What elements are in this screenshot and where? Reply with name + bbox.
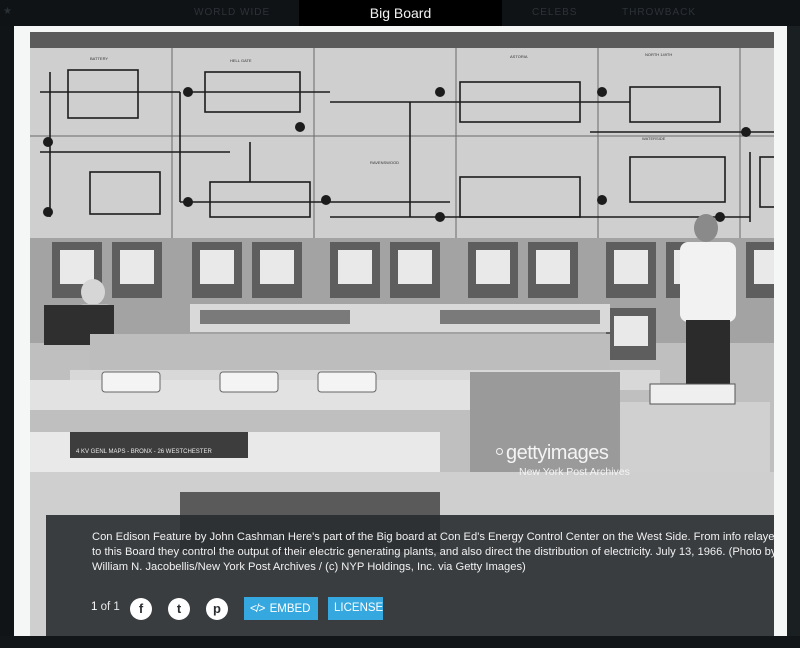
board-label-3: NORTH 149TH bbox=[645, 52, 672, 57]
gallery-title-tab: Big Board bbox=[299, 0, 502, 26]
image-counter: 1 of 1 bbox=[91, 601, 120, 613]
standing-operator-head bbox=[694, 214, 718, 242]
ceiling-edge bbox=[30, 32, 774, 48]
license-button[interactable]: LICENSE bbox=[328, 597, 383, 620]
board-label-6: WATERSIDE bbox=[642, 136, 666, 141]
watermark-credit: New York Post Archives bbox=[519, 466, 630, 478]
board-label-1: BATTERY bbox=[90, 56, 108, 61]
desk-label-plate: 4 KV GENL MAPS - BRONX - 26 WESTCHESTER bbox=[76, 449, 212, 455]
board-label-2: ASTORIA bbox=[510, 54, 528, 59]
background-bottom-edge bbox=[0, 636, 800, 648]
background-star-icon: ★ bbox=[3, 6, 12, 17]
background-tab-celebs[interactable]: CELEBS bbox=[532, 0, 577, 26]
facebook-share-button[interactable]: f bbox=[130, 598, 152, 620]
embed-button[interactable]: </> EMBED bbox=[244, 597, 318, 620]
counter-current: 1 bbox=[91, 601, 98, 613]
pinterest-share-button[interactable]: p bbox=[206, 598, 228, 620]
seated-operator-head bbox=[81, 279, 105, 305]
photo-caption: Con Edison Feature by John Cashman Here'… bbox=[92, 531, 774, 573]
caption-panel: Con Edison Feature by John Cashman Here'… bbox=[46, 515, 774, 636]
gallery-photo[interactable]: BATTERY ASTORIA NORTH 149TH HELL GATE RA… bbox=[30, 32, 774, 636]
background-tab-throwback[interactable]: THROWBACK bbox=[622, 0, 696, 26]
getty-watermark: gettyimages New York Post Archives bbox=[496, 442, 630, 478]
pinterest-icon: p bbox=[213, 601, 221, 616]
embed-label: EMBED bbox=[269, 603, 311, 615]
standing-operator-shirt bbox=[680, 242, 736, 322]
board-label-4: HELL GATE bbox=[230, 58, 252, 63]
background-left-edge bbox=[0, 26, 14, 648]
board-label-5: RAVENSWOOD bbox=[370, 160, 399, 165]
background-tab-world-wide[interactable]: WORLD WIDE bbox=[194, 0, 270, 26]
counter-of: of bbox=[100, 601, 111, 613]
background-right-edge bbox=[787, 26, 800, 648]
getty-logo bbox=[496, 448, 503, 455]
standing-operator-pants bbox=[686, 320, 730, 390]
counter-total: 1 bbox=[113, 601, 120, 613]
console-top bbox=[90, 334, 610, 370]
watermark-brand: gettyimages bbox=[506, 442, 609, 464]
twitter-share-button[interactable]: t bbox=[168, 598, 190, 620]
big-board-panel bbox=[30, 48, 774, 238]
code-icon: </> bbox=[250, 601, 265, 615]
twitter-icon: t bbox=[176, 601, 182, 616]
facebook-icon: f bbox=[138, 601, 144, 616]
photo-modal: BATTERY ASTORIA NORTH 149TH HELL GATE RA… bbox=[14, 26, 787, 636]
